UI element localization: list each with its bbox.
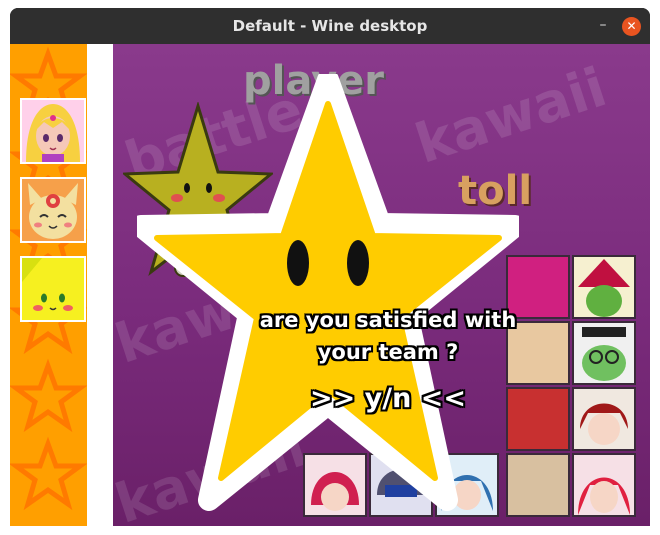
team-slot-2[interactable] <box>20 177 86 243</box>
yellow-blob-portrait-icon <box>22 258 84 320</box>
char-cell[interactable] <box>572 453 636 517</box>
char-cell[interactable] <box>572 255 636 319</box>
app-window: Default - Wine desktop – ✕ battle kawaii… <box>10 8 650 526</box>
pink-hair-character-icon <box>574 455 634 515</box>
char-cell[interactable] <box>572 321 636 385</box>
team-slot-1[interactable] <box>20 98 86 164</box>
orange-cat-portrait-icon <box>22 179 84 241</box>
title-bar: Default - Wine desktop – ✕ <box>10 8 650 44</box>
green-hat-character-icon <box>574 257 634 317</box>
red-hair-character-icon <box>574 389 634 449</box>
team-slot-3[interactable] <box>20 256 86 322</box>
confirm-star-dialog-icon <box>137 74 519 511</box>
char-cell[interactable] <box>572 387 636 451</box>
sidebar-divider <box>87 44 113 526</box>
star-left-eye <box>287 240 309 286</box>
star-right-eye <box>347 240 369 286</box>
window-title: Default - Wine desktop <box>232 17 428 35</box>
minimize-button[interactable]: – <box>593 16 613 36</box>
close-button[interactable]: ✕ <box>622 17 641 36</box>
team-sidebar <box>10 44 87 526</box>
confirm-question-line1: are you satisfied with <box>259 308 517 332</box>
confirm-question-line2: your team ? <box>317 340 459 364</box>
pink-girl-portrait-icon <box>22 100 84 162</box>
frog-glasses-character-icon <box>574 323 634 383</box>
yes-no-prompt[interactable]: >> y/n << <box>238 383 538 414</box>
game-canvas[interactable]: battle kawaii kawaii kawaii player toll <box>10 44 650 526</box>
